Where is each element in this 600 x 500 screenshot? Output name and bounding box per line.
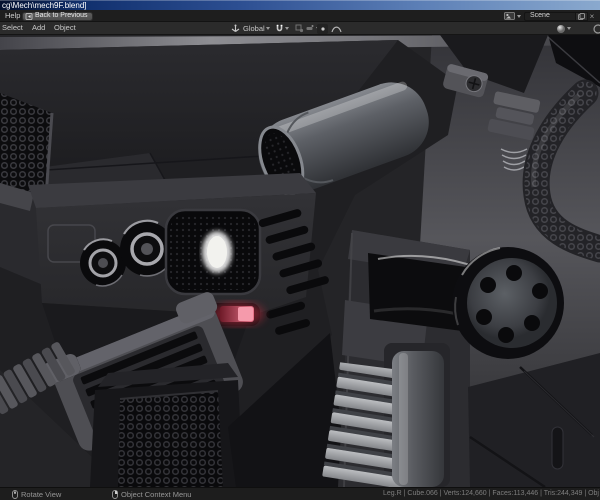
menu-add[interactable]: Add (32, 22, 45, 34)
viewport-header: Select Add Object Global (0, 22, 600, 35)
scene-name-field[interactable]: Scene (524, 11, 576, 21)
workspace-dropdown-caret[interactable] (517, 14, 521, 18)
hint-object-context-menu: Object Context Menu (112, 488, 191, 500)
transform-orientation-icon (231, 24, 240, 32)
magnet-icon (276, 24, 283, 32)
clipped-icon (593, 23, 600, 34)
snap-mode-icon (306, 25, 314, 30)
shading-widget[interactable] (556, 24, 574, 34)
back-to-previous-button[interactable]: Back to Previous (22, 11, 93, 21)
honeycomb-box (90, 363, 243, 487)
status-bar: Rotate View Object Context Menu Leg.R | … (0, 487, 600, 500)
back-to-previous-label: Back to Previous (35, 12, 88, 19)
window-title: cg\Mech\mech9F.blend] (2, 1, 87, 10)
shading-caret (567, 27, 571, 30)
viewport-shading-icon (557, 24, 565, 33)
proportional-editing-icon (320, 26, 325, 31)
viewport-canvas[interactable] (0, 35, 600, 487)
proportional-editing-widget (317, 23, 342, 34)
snap-caret (285, 27, 289, 30)
unlink-x-icon[interactable]: × (588, 12, 596, 21)
orientation-label: Global (243, 23, 265, 33)
menu-object[interactable]: Object (54, 22, 76, 34)
workspace-icon[interactable] (504, 12, 515, 20)
header-clipped-icon[interactable] (591, 23, 600, 34)
menu-help[interactable]: Help (5, 10, 20, 21)
new-scene-button[interactable] (576, 11, 588, 21)
mouse-middle-button-icon (12, 489, 18, 499)
snap-toggle[interactable] (275, 24, 292, 34)
scene-selector: Scene × (504, 11, 596, 21)
menu-select[interactable]: Select (2, 22, 23, 34)
window-titlebar[interactable]: cg\Mech\mech9F.blend] (0, 0, 600, 10)
mesh-light-panel (164, 208, 262, 296)
hint-context-label: Object Context Menu (121, 489, 192, 499)
scene-statistics: Leg.R | Cube.066 | Verts:124,660 | Faces… (383, 490, 599, 497)
hint-rotate-label: Rotate View (21, 489, 62, 499)
transform-orientation-widget[interactable]: Global (231, 24, 273, 34)
scene-name: Scene (530, 12, 550, 19)
snap-target-icon (295, 24, 304, 33)
blender-window: cg\Mech\mech9F.blend] Help Back to Previ… (0, 0, 600, 500)
back-arrow-icon (25, 12, 33, 20)
new-scene-icon (578, 12, 585, 20)
orientation-caret (265, 27, 270, 30)
hint-rotate-view: Rotate View (12, 488, 61, 500)
mouse-right-button-icon (112, 489, 118, 499)
falloff-curve-icon[interactable] (331, 24, 342, 33)
topbar: Help Back to Previous Scene × (0, 10, 600, 22)
proportional-editing-toggle[interactable] (317, 23, 328, 34)
